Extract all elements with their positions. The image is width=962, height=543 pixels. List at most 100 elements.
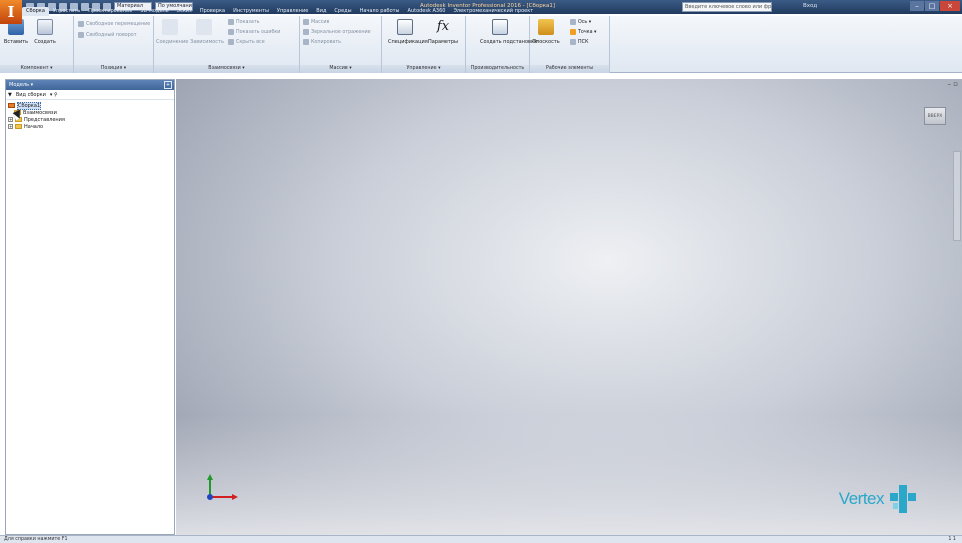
tab-assemble[interactable]: Сборка bbox=[22, 7, 49, 16]
assembly-icon bbox=[8, 103, 15, 108]
axis-triad-icon bbox=[207, 474, 238, 500]
expand-icon[interactable]: + bbox=[8, 124, 13, 129]
create-substitutes-button[interactable]: Создать подстановки bbox=[480, 19, 537, 45]
axis-icon bbox=[570, 19, 576, 25]
browser-title[interactable]: Модель ▾ bbox=[9, 82, 33, 88]
bom-icon bbox=[397, 19, 413, 35]
panel-work-features: Плоскость Ось ▾ Точка ▾ ПСК Рабочие элем… bbox=[530, 16, 610, 73]
substitute-icon bbox=[492, 19, 508, 35]
status-bar: Для справки нажмите F1 1 1 bbox=[0, 535, 962, 543]
panel-title-relations[interactable]: Взаимосвязи ▾ bbox=[154, 65, 299, 73]
tab-environments[interactable]: Среды bbox=[330, 7, 355, 16]
expand-icon[interactable]: + bbox=[8, 117, 13, 122]
show-sick-icon bbox=[228, 29, 234, 35]
panel-component: Вставить Создать Компонент ▾ bbox=[0, 16, 74, 73]
panel-productivity: Создать подстановки Производительность bbox=[466, 16, 537, 73]
panel-relations: Соединение Зависимость Показать Показать… bbox=[154, 16, 300, 73]
copy-icon bbox=[303, 39, 309, 45]
bom-button[interactable]: Спецификация bbox=[388, 19, 428, 45]
navigation-bar[interactable] bbox=[953, 151, 961, 241]
mirror-button[interactable]: Зеркальное отражение bbox=[303, 29, 371, 35]
viewcube[interactable]: ВВЕРХ bbox=[924, 107, 946, 125]
constrain-icon bbox=[196, 19, 212, 35]
tab-a360[interactable]: Autodesk A360 bbox=[404, 7, 450, 16]
hide-all-button[interactable]: Скрыть все bbox=[228, 39, 265, 45]
close-icon[interactable]: × bbox=[940, 1, 960, 11]
application-menu-button[interactable]: I bbox=[0, 0, 22, 24]
filter-icon[interactable]: ▼ bbox=[8, 92, 12, 98]
plane-button[interactable]: Плоскость bbox=[532, 19, 560, 45]
ucs-icon bbox=[570, 39, 576, 45]
tree-item-relations[interactable]: Взаимосвязи bbox=[8, 109, 172, 116]
tab-inspect[interactable]: Проверка bbox=[196, 7, 229, 16]
tree-item-origin[interactable]: + Начало bbox=[8, 123, 172, 130]
panel-title-component[interactable]: Компонент ▾ bbox=[0, 65, 73, 73]
axis-button[interactable]: Ось ▾ bbox=[570, 19, 591, 25]
joint-button[interactable]: Соединение bbox=[156, 19, 188, 45]
tab-view[interactable]: Вид bbox=[312, 7, 330, 16]
brand-watermark: Vertex bbox=[839, 485, 918, 513]
tab-3d-model[interactable]: 3D-модель bbox=[136, 7, 172, 16]
panel-title-productivity: Производительность bbox=[466, 65, 529, 73]
tree-item-representations[interactable]: + Представления bbox=[8, 116, 172, 123]
browser-toolbar: ▼ Вид сборки ▾ ⚲ bbox=[6, 90, 174, 100]
panel-manage: Спецификация fx Параметры Управление ▾ bbox=[382, 16, 466, 73]
mirror-icon bbox=[303, 29, 309, 35]
parameters-button[interactable]: fx Параметры bbox=[426, 19, 460, 45]
viewport-ground bbox=[176, 415, 962, 535]
ucs-button[interactable]: ПСК bbox=[570, 39, 588, 45]
point-button[interactable]: Точка ▾ bbox=[570, 29, 596, 35]
status-text: Для справки нажмите F1 bbox=[4, 537, 68, 542]
folder-icon bbox=[15, 124, 22, 129]
show-icon bbox=[228, 19, 234, 25]
free-rotate-button[interactable]: Свободный поворот bbox=[78, 32, 137, 38]
window-controls: – □ × bbox=[910, 1, 960, 11]
panel-title-pattern[interactable]: Массив ▾ bbox=[300, 65, 381, 73]
hide-all-icon bbox=[228, 39, 234, 45]
rotate-icon bbox=[78, 32, 84, 38]
tab-sketch[interactable]: Эскиз bbox=[173, 7, 196, 16]
move-icon bbox=[78, 21, 84, 27]
viewport-minimize-icon[interactable]: – ▫ bbox=[948, 80, 958, 88]
point-icon bbox=[570, 29, 576, 35]
graphics-viewport[interactable]: – ▫ ВВЕРХ Vertex bbox=[176, 79, 962, 535]
tab-electromechanical[interactable]: Электромеханический проект bbox=[449, 7, 537, 16]
model-tree: Сборка1 Взаимосвязи + Представления + На… bbox=[6, 100, 174, 132]
tab-get-started[interactable]: Начало работы bbox=[356, 7, 404, 16]
joint-icon bbox=[162, 19, 178, 35]
pin-icon[interactable]: + bbox=[164, 81, 172, 89]
model-browser: Модель ▾ + ▼ Вид сборки ▾ ⚲ Сборка1 Взаи… bbox=[5, 79, 175, 535]
copy-button[interactable]: Копировать bbox=[303, 39, 341, 45]
brand-logo-icon bbox=[890, 485, 916, 513]
free-move-button[interactable]: Свободное перемещение bbox=[78, 21, 150, 27]
assembly-view-button[interactable]: Вид сборки bbox=[16, 92, 46, 98]
find-icon[interactable]: ▾ ⚲ bbox=[50, 92, 58, 98]
pattern-icon bbox=[303, 19, 309, 25]
panel-title-position[interactable]: Позиция ▾ bbox=[74, 65, 153, 73]
pattern-button[interactable]: Массив bbox=[303, 19, 329, 25]
show-button[interactable]: Показать bbox=[228, 19, 260, 25]
constrain-button[interactable]: Зависимость bbox=[190, 19, 224, 45]
sign-in-link[interactable]: Вход bbox=[803, 3, 817, 9]
ribbon: Вставить Создать Компонент ▾ Свободное п… bbox=[0, 16, 962, 73]
tab-tools[interactable]: Инструменты bbox=[229, 7, 273, 16]
panel-pattern: Массив Зеркальное отражение Копировать М… bbox=[300, 16, 382, 73]
status-counter: 1 1 bbox=[948, 537, 956, 542]
show-sick-button[interactable]: Показать ошибки bbox=[228, 29, 280, 35]
plane-icon bbox=[538, 19, 554, 35]
maximize-icon[interactable]: □ bbox=[925, 1, 939, 11]
help-search-input[interactable]: Введите ключевое слово или фразу bbox=[682, 2, 772, 12]
tab-design[interactable]: Проектирование bbox=[84, 7, 136, 16]
tab-manage[interactable]: Управление bbox=[273, 7, 312, 16]
browser-header[interactable]: Модель ▾ + bbox=[6, 80, 174, 90]
minimize-icon[interactable]: – bbox=[910, 1, 924, 11]
panel-title-manage[interactable]: Управление ▾ bbox=[382, 65, 465, 73]
create-button[interactable]: Создать bbox=[31, 19, 59, 45]
ribbon-tabs: Сборка Упростить Проектирование 3D-модел… bbox=[22, 7, 537, 16]
tab-simplify[interactable]: Упростить bbox=[49, 7, 84, 16]
panel-position: Свободное перемещение Свободный поворот … bbox=[74, 16, 154, 73]
create-icon bbox=[37, 19, 53, 35]
brand-text: Vertex bbox=[838, 489, 885, 508]
panel-title-work-features: Рабочие элементы bbox=[530, 65, 609, 73]
tree-item-assembly[interactable]: Сборка1 bbox=[8, 101, 172, 110]
